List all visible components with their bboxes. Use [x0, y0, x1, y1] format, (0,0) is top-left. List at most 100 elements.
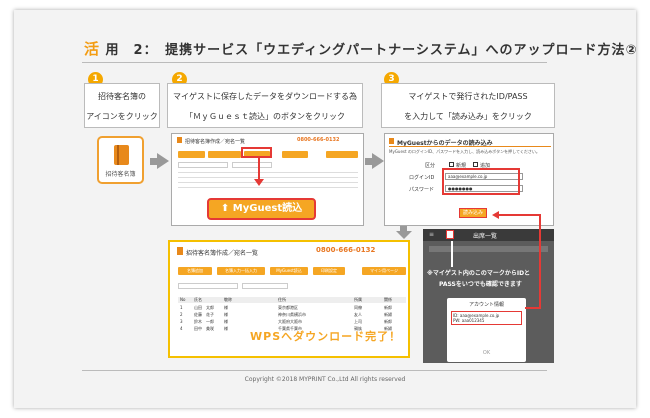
cell: 同僚 [354, 305, 362, 310]
cell: 様 [224, 305, 228, 310]
shot4-btn-2[interactable]: 名簿入力一括入力 [217, 267, 265, 275]
popup-credentials: ID: aaa@example.co.jp PW: aaa012345 [451, 311, 522, 325]
cell: 1 [180, 305, 183, 310]
cell: 3 [180, 319, 183, 324]
myguest-load-label: MyGuest読込 [232, 203, 303, 214]
col-relation: 関係 [384, 297, 392, 302]
cell: 新婦 [384, 312, 392, 317]
shot4-filter[interactable] [242, 283, 288, 289]
step-box-2: マイゲストに保存したデータをダウンロードする為 「ＭｙＧｕｅｓｔ読込」のボタンを… [167, 83, 363, 128]
shot2-btn-1[interactable] [178, 151, 205, 158]
shot2-phone: 0800-666-0132 [297, 137, 340, 143]
account-icon[interactable] [446, 230, 454, 239]
wps-complete-text: WPSへダウンロード完了！ [250, 330, 402, 343]
step-box-1: 招待客名簿の アイコンをクリック [84, 83, 160, 128]
cell: 様 [224, 319, 228, 324]
phone-header-bar: ≡ 出席一覧 [423, 229, 554, 241]
menu-icon[interactable]: ≡ [429, 231, 434, 238]
step1-line1: 招待客名簿の [98, 92, 146, 101]
shot2-row [178, 182, 358, 183]
footer-divider [82, 370, 547, 371]
cell: 様 [224, 312, 228, 317]
step-box-3: マイゲストで発行されたID/PASS を入力して「読み込み」をクリック [381, 83, 555, 128]
col-group: 所属 [354, 297, 362, 302]
shot4-btn-1[interactable]: 名簿追加 [178, 267, 212, 275]
shot4-btn-4[interactable]: 印刷設定 [313, 267, 345, 275]
flow-arrow-2 [372, 153, 384, 169]
shot2-btn-2[interactable] [208, 151, 241, 158]
cell: 新郎 [384, 305, 392, 310]
book-icon [114, 145, 129, 165]
cell: 東京都港区 [278, 305, 298, 310]
pass-label: パスワード [409, 187, 435, 193]
shot2-row [178, 177, 358, 178]
highlight-connector [258, 158, 260, 180]
opt-new-checkbox[interactable] [449, 162, 454, 167]
connector-vertical [539, 214, 541, 308]
shot2-search[interactable] [178, 162, 228, 168]
guest-list-icon-card[interactable]: 招待客名簿 [97, 136, 144, 184]
shot2-title: 招待客名簿作成／宛名一覧 [185, 139, 246, 145]
step2-line1: マイゲストに保存したデータをダウンロードする為 [173, 92, 357, 101]
book-icon [389, 138, 394, 144]
popup-title: アカウント情報 [468, 302, 504, 308]
shot4-search[interactable] [178, 283, 238, 289]
connector-arrowhead [492, 211, 499, 219]
book-icon [177, 137, 182, 143]
shot2-btn-4[interactable] [282, 151, 308, 158]
highlight-box-credentials [442, 168, 520, 195]
popup-ok-button[interactable]: OK [447, 350, 526, 356]
phone-note-1: ※マイゲスト内のこのマークからIDと [427, 270, 531, 277]
shot4-phone: 0800-666-0132 [316, 246, 376, 254]
shot2-btn-5[interactable] [326, 151, 358, 158]
shot3-desc: MyGuest のログインID、パスワードを入力し、読み込みボタンを押してくださ… [389, 149, 540, 154]
shot2-filter[interactable] [232, 162, 272, 168]
shot4-title: 招待客名簿作成／宛名一覧 [186, 250, 259, 257]
step3-line1: マイゲストで発行されたID/PASS [408, 92, 528, 101]
shot2-row [178, 187, 358, 188]
page-title: 活 用 2： 提携サービス「ウエディングパートナーシステム」へのアップロード方法… [84, 38, 638, 59]
cell: 田中 美咲 [194, 326, 214, 331]
shot4-btn-3[interactable]: MyGuest読込 [270, 267, 308, 275]
flow-arrow-3 [396, 231, 412, 239]
step1-line2: アイコンをクリック [86, 112, 158, 121]
cell: 上司 [354, 319, 362, 324]
read-button[interactable]: 読み込み [459, 208, 487, 218]
title-kanji: 活 [84, 40, 101, 58]
cell: 山田 太郎 [194, 305, 214, 310]
cell: 2 [180, 312, 183, 317]
shot4-table-header: No 氏名 敬称 住所 所属 関係 [178, 297, 406, 303]
cell: 佐藤 花子 [194, 312, 214, 317]
login-label: ログインID [409, 175, 435, 181]
title-divider [82, 62, 547, 63]
myguest-load-button[interactable]: ⬆ MyGuest読込 [207, 198, 316, 220]
cell: 友人 [354, 312, 362, 317]
connector-horizontal [498, 214, 540, 216]
table-row[interactable]: 3 鈴木 一郎 様 大阪府大阪市 上司 新郎 [178, 319, 406, 325]
phone-row [429, 246, 548, 252]
col-name: 氏名 [194, 297, 202, 302]
cell: 新郎 [384, 319, 392, 324]
table-row[interactable]: 1 山田 太郎 様 東京都港区 同僚 新郎 [178, 305, 406, 311]
cell: 4 [180, 326, 183, 331]
step2-line2: 「ＭｙＧｕｅｓｔ読込」のボタンをクリック [185, 112, 345, 121]
opt-add-checkbox[interactable] [473, 162, 478, 167]
guest-list-icon-label: 招待客名簿 [105, 171, 136, 178]
popup-pw: PW: aaa012345 [453, 318, 485, 323]
opt-label: 区分 [425, 163, 436, 169]
copyright: Copyright ©2018 MYPRINT Co.,Ltd All righ… [244, 376, 406, 383]
phone-pointer-line [451, 241, 453, 267]
highlight-box-myguest [241, 147, 272, 158]
book-icon [177, 247, 183, 255]
phone-header-title: 出席一覧 [473, 233, 498, 240]
step3-line2: を入力して「読み込み」をクリック [404, 112, 532, 121]
cell: 大阪府大阪市 [278, 319, 302, 324]
cell: 神奈川県横浜市 [278, 312, 306, 317]
connector-popup [525, 307, 541, 309]
title-text: 用 2： 提携サービス「ウエディングパートナーシステム」へのアップロード方法② [105, 43, 638, 58]
shot4-btn-5[interactable]: マイン用ページ [362, 267, 406, 275]
account-popup: アカウント情報 ID: aaa@example.co.jp PW: aaa012… [447, 298, 526, 362]
upload-icon: ⬆ [220, 203, 233, 214]
phone-note-2: PASSをいつでも確認できます [439, 281, 522, 288]
table-row[interactable]: 2 佐藤 花子 様 神奈川県横浜市 友人 新婦 [178, 312, 406, 318]
